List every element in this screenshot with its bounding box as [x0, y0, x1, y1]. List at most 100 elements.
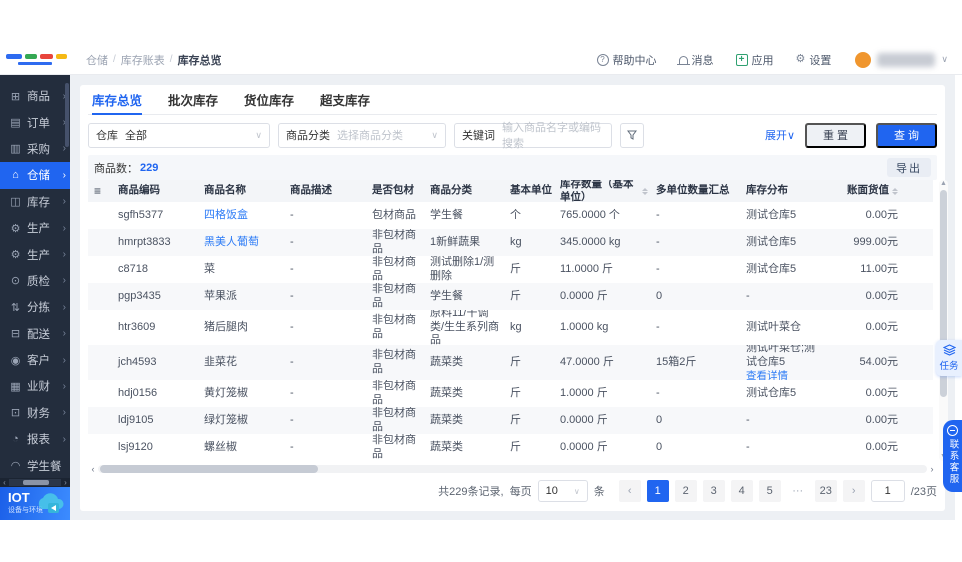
table-row[interactable]: htr3609 猪后腿肉 - 非包材商品 原料11/干调类/生生系列商品 kg 1.0000… — [88, 310, 933, 345]
goods-count-label: 商品数： — [94, 162, 138, 175]
product-name-link[interactable]: 黑美人葡萄 — [204, 236, 259, 250]
scroll-left-icon[interactable]: ‹ — [88, 464, 98, 474]
scroll-left-icon[interactable]: ‹ — [0, 478, 9, 487]
tasks-widget[interactable]: 任务 — [936, 340, 962, 376]
filter-actions: 展开∨ 重置 查询 — [765, 122, 937, 148]
sidebar-item-production-1[interactable]: ⚙ 生产 › — [0, 215, 70, 241]
sort-icon[interactable] — [892, 187, 898, 195]
page-jump-input[interactable] — [870, 480, 905, 502]
column-header-label: 是否包材 — [372, 184, 414, 197]
search-button[interactable]: 查询 — [876, 122, 937, 148]
scroll-right-icon[interactable]: › — [61, 478, 70, 487]
breadcrumb-item[interactable]: 库存账表 — [121, 52, 165, 68]
topbar-action-messages[interactable]: 消息 — [676, 52, 714, 68]
cell-code: pgp3435 — [118, 289, 161, 302]
scroll-right-icon[interactable]: › — [927, 464, 937, 474]
hscroll-track[interactable] — [98, 464, 927, 473]
sidebar-item-delivery[interactable]: ⊟ 配送 › — [0, 321, 70, 347]
chevron-down-icon: ∨ — [431, 129, 438, 140]
column-header-label: 基本单位 — [510, 184, 552, 197]
sidebar-item-orders[interactable]: ▤订单› — [0, 109, 70, 135]
scroll-up-icon[interactable]: ▲ — [940, 180, 947, 188]
inventory-table: ≡ 商品编码 商品名称 商品描述 是否包材 商品分类 基本单位 库存数量（基本单位） 多单位数量… — [88, 180, 933, 461]
goods-count-value[interactable]: 229 — [140, 162, 158, 174]
sort-icon[interactable] — [642, 187, 648, 195]
cell-qty: 345.0000 kg — [560, 235, 621, 248]
topbar-action-settings[interactable]: ⚙ 设置 — [796, 52, 832, 68]
product-name-link[interactable]: 四格饭盒 — [204, 209, 248, 223]
sidebar-item-label: 财务 — [27, 407, 50, 420]
breadcrumb-item[interactable]: 仓储 — [86, 52, 108, 68]
cell-category: 蔬菜类 — [430, 355, 463, 368]
table-row[interactable]: lsj9120 螺丝椒 - 非包材商品 蔬菜类 斤 0.0000 斤 0 - 0.00元 0.00元 — [88, 434, 933, 461]
sidebar-item-sorting[interactable]: ⇅ 分拣 › — [0, 294, 70, 320]
user-menu[interactable]: ∨ — [855, 51, 948, 68]
sidebar-item-quality-check[interactable]: ⊙ 质检 › — [0, 268, 70, 294]
table-row[interactable]: jch4593 韭菜花 - 非包材商品 蔬菜类 斤 47.0000 斤 15箱2斤 测试叶菜仓;… — [88, 345, 933, 380]
cell-desc: - — [290, 440, 294, 453]
keyword-input[interactable]: 关键词 输入商品名字或编码搜索 — [454, 122, 612, 150]
reset-button[interactable]: 重置 — [805, 122, 866, 148]
sidebar-item-label: 仓储 — [27, 170, 50, 183]
customer-service-widget[interactable]: 联系客服 — [943, 420, 962, 492]
sidebar-item-warehouse[interactable]: ⌂ 仓储 › — [0, 162, 70, 189]
row-leading-cell — [88, 283, 112, 310]
table-vertical-scrollbar[interactable]: ▲ ▼ — [939, 180, 948, 461]
tab-batch-inventory[interactable]: 批次库存 — [168, 85, 218, 114]
vscroll-track[interactable] — [940, 188, 947, 453]
table-row[interactable]: pgp3435 苹果派 - 非包材商品 学生餐 斤 0.0000 斤 0 - 0.00元 9.00元 — [88, 283, 933, 310]
page-button-5[interactable]: 5 — [758, 480, 781, 502]
export-button[interactable]: 导出 — [887, 158, 931, 177]
expand-toggle[interactable]: 展开∨ — [765, 127, 795, 143]
table-horizontal-scrollbar: ‹ › — [88, 463, 937, 474]
per-page-select[interactable]: 10 ∨ — [537, 480, 588, 502]
top-actions: ? 帮助中心 消息 + 应用 ⚙ 设置 — [596, 52, 832, 68]
page-button-1[interactable]: 1 — [646, 480, 669, 502]
sidebar-item-reports[interactable]: ◔ 报表 › — [0, 426, 70, 452]
page-button-3[interactable]: 3 — [702, 480, 725, 502]
row-leading-cell — [88, 229, 112, 256]
product-name: 螺丝椒 — [204, 440, 237, 453]
cell-desc: - — [290, 289, 294, 302]
sidebar-item-production-2[interactable]: ⚙ 生产 › — [0, 241, 70, 267]
tab-overdraft-inventory[interactable]: 超支库存 — [320, 85, 370, 114]
table-row[interactable]: sgfh5377 四格饭盒 - 包材商品 学生餐 个 765.0000 个 - 测试仓库5 0.0… — [88, 202, 933, 229]
sidebar-scroll-track[interactable] — [9, 479, 61, 486]
prev-page-button[interactable]: ‹ — [618, 480, 641, 502]
breadcrumb-item[interactable]: 库存总览 — [178, 52, 222, 68]
iot-banner[interactable]: IOT 设备与环境 — [0, 487, 70, 520]
advanced-filter-button[interactable] — [620, 122, 644, 148]
warehouse-select[interactable]: 仓库 全部 ∨ — [88, 122, 270, 148]
sidebar-item-finance[interactable]: ⊡ 财务 › — [0, 400, 70, 426]
sidebar-item-purchase[interactable]: ▥ 采购 › — [0, 136, 70, 162]
column-settings-icon[interactable]: ≡ — [94, 184, 101, 199]
sidebar-item-customers[interactable]: ◉ 客户 › — [0, 347, 70, 373]
sidebar-scroll-thumb[interactable] — [23, 480, 49, 485]
page-button-2[interactable]: 2 — [674, 480, 697, 502]
brand-logo[interactable] — [0, 45, 70, 75]
table-row[interactable]: hdj0156 黄灯笼椒 - 非包材商品 蔬菜类 斤 1.0000 斤 - 测试仓库5 0.00元… — [88, 380, 933, 407]
column-header: 库存分布 — [740, 180, 826, 202]
sidebar-item-business-finance[interactable]: ▦ 业财 › — [0, 373, 70, 399]
sidebar-item-inventory[interactable]: ◫ 库存 › — [0, 189, 70, 215]
sidebar-horizontal-scrollbar[interactable]: ‹ › — [0, 478, 70, 487]
category-select[interactable]: 商品分类 选择商品分类 ∨ — [278, 122, 446, 148]
table-row[interactable]: ldj9105 绿灯笼椒 - 非包材商品 蔬菜类 斤 0.0000 斤 0 - 0.00元 0.00… — [88, 407, 933, 434]
tab-slot-inventory[interactable]: 货位库存 — [244, 85, 294, 114]
topbar-action-help-center[interactable]: ? 帮助中心 — [596, 52, 657, 68]
page-button-23[interactable]: 23 — [814, 480, 837, 502]
tab-inventory-overview[interactable]: 库存总览 — [92, 85, 143, 115]
sidebar-item-student-meal[interactable]: ◠ 学生餐 — [0, 452, 70, 478]
page-button-4[interactable]: 4 — [730, 480, 753, 502]
topbar-action-apps[interactable]: + 应用 — [735, 52, 774, 68]
sidebar-item-goods[interactable]: ⊞商品› — [0, 83, 70, 109]
column-settings-cell[interactable]: ≡ — [88, 180, 112, 202]
view-details-link[interactable]: 查看详情 — [746, 370, 824, 380]
sidebar-vertical-scrollbar[interactable] — [65, 83, 69, 147]
cell-pack: 非包材商品 — [372, 283, 416, 309]
table-row[interactable]: c8718 菜 - 非包材商品 测试删除1/测删除 斤 11.0000 斤 - 测试仓库5 11.… — [88, 256, 933, 283]
hscroll-thumb[interactable] — [100, 464, 318, 473]
table-row[interactable]: hmrpt3833 黑美人葡萄 - 非包材商品 1新鲜蔬果 kg 345.0000 kg - 测… — [88, 229, 933, 256]
avatar[interactable] — [855, 51, 872, 68]
next-page-button[interactable]: › — [842, 480, 865, 502]
